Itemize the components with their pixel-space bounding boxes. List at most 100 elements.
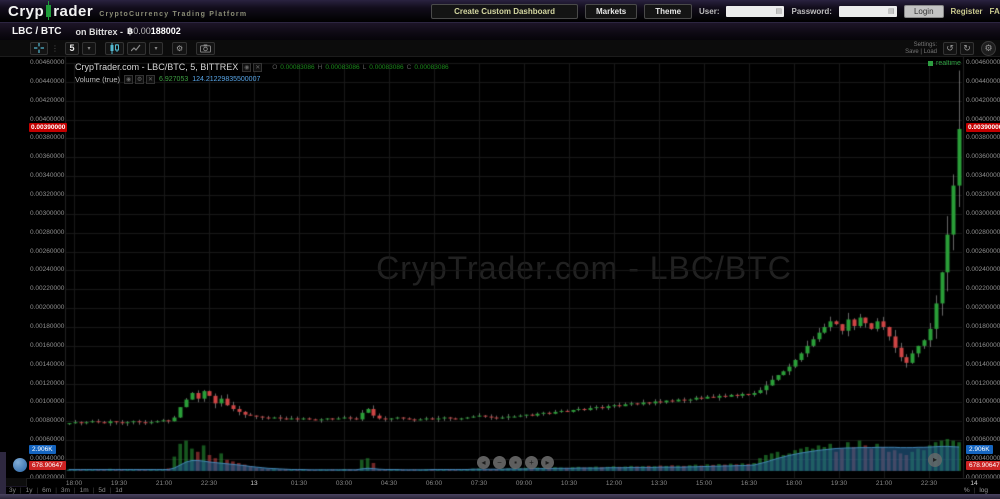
time-axis-label: 01:30 — [291, 480, 307, 487]
scroll-to-realtime-button[interactable]: ▸ — [928, 453, 942, 467]
widget-resize-strip[interactable] — [0, 494, 1000, 499]
crosshair-mode-button[interactable] — [30, 42, 48, 55]
separator: | — [974, 487, 976, 494]
price-axis-label: 0.00180000 — [30, 323, 64, 330]
price-axis-label: 0.00320000 — [966, 191, 1000, 198]
save-load-label[interactable]: Save | Load — [905, 49, 937, 56]
widget-settings-button[interactable]: ⚙ — [981, 41, 996, 56]
time-axis-label: 04:30 — [381, 480, 397, 487]
range-3y-button[interactable]: 3y — [9, 487, 16, 494]
candlestick-style-button[interactable] — [105, 42, 124, 55]
create-dashboard-button[interactable]: Create Custom Dashboard — [431, 4, 578, 19]
exchange-name: on Bittrex - — [75, 27, 123, 37]
price-value: 188002 — [151, 26, 181, 36]
volume-value: 6.927053 — [159, 76, 188, 83]
chart-canvas[interactable] — [0, 57, 1000, 478]
undo-button[interactable]: ↺ — [943, 42, 957, 55]
snapshot-button[interactable] — [196, 42, 215, 55]
theme-button[interactable]: Theme — [644, 4, 692, 19]
password-input-box: ▤ — [839, 6, 897, 17]
time-axis-label: 12:00 — [606, 480, 622, 487]
price-axis-label: 0.00240000 — [30, 266, 64, 273]
volume-btc-tag: 2.906K — [29, 445, 56, 454]
price-axis-label: 0.00260000 — [30, 248, 64, 255]
markets-button[interactable]: Markets — [585, 4, 637, 19]
close-icon[interactable]: ✕ — [253, 63, 262, 72]
range-5d-button[interactable]: 5d — [98, 487, 105, 494]
range-1y-button[interactable]: 1y — [26, 487, 33, 494]
ohlc-key: H — [318, 64, 323, 71]
zoom-in-button[interactable]: + — [525, 456, 538, 469]
toolbar-grip-icon[interactable]: ⋮ — [51, 44, 59, 53]
pan-right-button[interactable]: ▸ — [541, 456, 554, 469]
ohlc-key: C — [407, 64, 412, 71]
visibility-toggle-icon[interactable]: ◉ — [242, 63, 251, 72]
volume-btc-value: 124.21229835500007 — [192, 76, 260, 83]
price-axis-left[interactable]: 0.004600000.004400000.004200000.00400000… — [30, 57, 72, 478]
log-scale-button[interactable]: log — [979, 487, 988, 494]
ohlc-value: 0.00083086 — [280, 64, 314, 71]
indicators-button[interactable]: ⚙ — [172, 42, 187, 55]
time-axis-label: 16:30 — [741, 480, 757, 487]
pan-left-button[interactable]: ◂ — [477, 456, 490, 469]
range-6m-button[interactable]: 6m — [42, 487, 51, 494]
range-1d-button[interactable]: 1d — [115, 487, 122, 494]
price-axis-label: 0.00220000 — [30, 285, 64, 292]
undo-icon: ↺ — [946, 43, 954, 54]
autofill-icon: ▤ — [775, 8, 782, 15]
style-dropdown-button[interactable]: ▾ — [149, 42, 163, 55]
price-axis-label: 0.00200000 — [966, 304, 1000, 311]
time-axis-label: 18:00 — [786, 480, 802, 487]
separator: | — [74, 487, 76, 494]
price-axis-label: 0.00280000 — [966, 229, 1000, 236]
price-axis-label: 0.00200000 — [30, 304, 64, 311]
username-input[interactable] — [727, 7, 775, 16]
price-axis-right[interactable]: 0.004600000.004400000.004200000.00400000… — [966, 57, 1000, 478]
separator: | — [20, 487, 22, 494]
settings-save-load[interactable]: Settings: Save | Load — [905, 42, 937, 56]
realtime-label: realtime — [936, 60, 961, 67]
time-axis-label: 10:30 — [561, 480, 577, 487]
time-axis[interactable]: 18:0019:3021:0022:301301:3003:0004:3006:… — [27, 478, 1000, 487]
price-axis-label: 0.00420000 — [30, 97, 64, 104]
interval-dropdown-button[interactable]: ▾ — [82, 42, 96, 55]
time-axis-label: 03:00 — [336, 480, 352, 487]
range-3m-button[interactable]: 3m — [61, 487, 70, 494]
ohlc-value: 0.00083086 — [414, 64, 448, 71]
settings-label: Settings: — [905, 42, 937, 49]
price-axis-label: 0.00420000 — [966, 97, 1000, 104]
faq-link[interactable]: FAQ — [990, 7, 1000, 16]
range-1m-button[interactable]: 1m — [80, 487, 89, 494]
visibility-toggle-icon[interactable]: ◉ — [124, 75, 133, 84]
app-header: Cryp rader CryptoCurrency Trading Platfo… — [0, 0, 1000, 22]
app-logo[interactable]: Cryp rader CryptoCurrency Trading Platfo… — [8, 3, 247, 20]
register-link[interactable]: Register — [951, 7, 983, 16]
ohlc-values: O0.00083086H0.00083086L0.00083086C0.0008… — [272, 64, 448, 71]
price-axis-label: 0.00280000 — [30, 229, 64, 236]
line-style-button[interactable] — [127, 42, 146, 55]
percent-scale-button[interactable]: % — [964, 487, 970, 494]
ohlc-key: O — [272, 64, 277, 71]
reset-view-button[interactable]: ▪ — [509, 456, 522, 469]
login-button[interactable]: Login — [904, 5, 944, 18]
redo-button[interactable]: ↻ — [960, 42, 974, 55]
price-axis-label: 0.00240000 — [966, 266, 1000, 273]
ohlc-value: 0.00083086 — [325, 64, 359, 71]
settings-icon[interactable]: ⚙ — [135, 75, 144, 84]
close-icon[interactable]: ✕ — [146, 75, 155, 84]
realtime-dot-icon — [928, 61, 933, 66]
password-label: Password: — [791, 7, 831, 16]
zoom-out-button[interactable]: − — [493, 456, 506, 469]
logo-text-cryp: Cryp — [8, 3, 44, 20]
pair-name: LBC / BTC — [12, 26, 61, 37]
price-axis-label: 0.00460000 — [30, 59, 64, 66]
time-axis-label: 19:30 — [111, 480, 127, 487]
range-selector: 3y|1y|6m|3m|1m|5d|1d — [9, 487, 123, 494]
toolbar-right-cluster: Settings: Save | Load ↺ ↻ ⚙ — [905, 40, 1000, 57]
password-input[interactable] — [840, 7, 888, 16]
price-axis-label: 0.00300000 — [966, 210, 1000, 217]
realtime-indicator: realtime — [928, 60, 961, 67]
interval-button[interactable]: 5 — [65, 42, 79, 55]
price-axis-label: 0.00360000 — [966, 153, 1000, 160]
chevron-down-icon: ▾ — [154, 45, 157, 52]
